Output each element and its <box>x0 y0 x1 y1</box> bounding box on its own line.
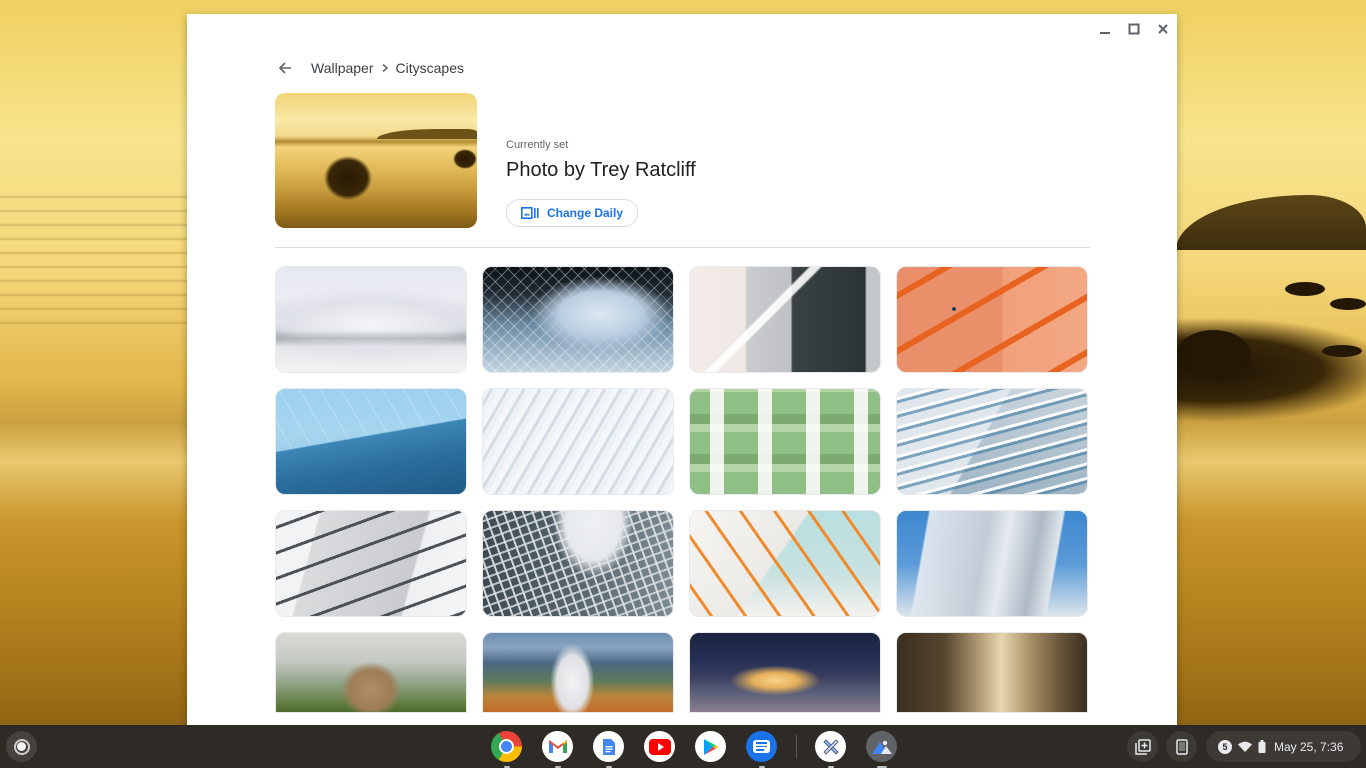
holding-space-button[interactable] <box>1127 731 1158 762</box>
breadcrumb: Wallpaper Cityscapes <box>275 57 464 79</box>
maximize-icon <box>1128 23 1139 35</box>
messages-icon <box>746 731 777 762</box>
shelf-app-play-store[interactable] <box>694 730 728 764</box>
wallpaper-tile[interactable] <box>482 266 674 373</box>
wallpaper-tile[interactable] <box>482 388 674 495</box>
gmail-icon <box>542 731 573 762</box>
launcher-button[interactable] <box>6 731 37 762</box>
wallpaper-tile[interactable] <box>482 632 674 713</box>
change-daily-label: Change Daily <box>547 206 624 220</box>
shelf-app-youtube[interactable] <box>643 730 677 764</box>
maximize-button[interactable] <box>1119 14 1148 44</box>
wallpaper-tile[interactable] <box>689 510 881 617</box>
wifi-icon <box>1238 741 1252 752</box>
shelf-app-gmail[interactable] <box>541 730 575 768</box>
wallpaper-rock <box>1285 282 1325 296</box>
explore-icon <box>815 731 846 762</box>
section-divider <box>275 247 1090 248</box>
arrow-back-icon <box>278 62 291 74</box>
wallpaper-app-window: Wallpaper Cityscapes Currently set Photo… <box>187 14 1177 725</box>
thumbnail-hill <box>377 129 477 139</box>
wallpaper-app-icon <box>866 731 897 762</box>
shelf-separator <box>796 735 797 759</box>
shelf: 5 May 25, 7:36 <box>0 725 1366 768</box>
shelf-apps <box>490 730 916 768</box>
shelf-app-chrome[interactable] <box>490 730 524 768</box>
shelf-app-messages[interactable] <box>745 730 779 768</box>
status-area[interactable]: 5 May 25, 7:36 <box>1206 731 1361 762</box>
current-wallpaper-section: Currently set Photo by Trey Ratcliff Cha… <box>275 93 1090 248</box>
phone-hub-icon <box>1175 738 1188 755</box>
shelf-app-wallpaper[interactable] <box>865 730 899 768</box>
wallpaper-tile[interactable] <box>896 388 1088 495</box>
change-daily-button[interactable]: Change Daily <box>506 199 639 227</box>
battery-icon <box>1258 740 1266 753</box>
play-store-icon <box>695 731 726 762</box>
wallpaper-tile[interactable] <box>689 632 881 713</box>
wallpaper-tile[interactable] <box>275 266 467 373</box>
wallpaper-tile[interactable] <box>689 266 881 373</box>
notification-counter: 5 <box>1218 739 1232 754</box>
close-button[interactable] <box>1148 14 1177 44</box>
current-wallpaper-thumbnail <box>275 93 477 228</box>
date-time: May 25, 7:36 <box>1274 739 1344 754</box>
shelf-app-explore[interactable] <box>814 730 848 768</box>
launcher-icon <box>13 738 30 755</box>
wallpaper-grid <box>275 266 1090 713</box>
wallpaper-rock <box>1322 345 1362 357</box>
chrome-icon <box>491 731 522 762</box>
minimize-button[interactable] <box>1090 14 1119 44</box>
change-daily-icon <box>521 207 539 219</box>
holding-space-icon <box>1134 738 1151 755</box>
chevron-right-icon <box>380 63 390 73</box>
window-controls <box>1090 14 1177 44</box>
shelf-app-docs[interactable] <box>592 730 626 768</box>
close-icon <box>1157 24 1168 34</box>
youtube-icon <box>644 731 675 762</box>
wallpaper-tile[interactable] <box>896 510 1088 617</box>
wallpaper-waves <box>0 185 190 335</box>
wallpaper-tile[interactable] <box>275 510 467 617</box>
current-wallpaper-title: Photo by Trey Ratcliff <box>506 159 696 181</box>
phone-hub-button[interactable] <box>1166 731 1197 762</box>
currently-set-label: Currently set <box>506 139 569 151</box>
wallpaper-tile[interactable] <box>896 266 1088 373</box>
wallpaper-rock <box>1330 298 1366 310</box>
breadcrumb-wallpaper[interactable]: Wallpaper <box>311 60 374 76</box>
wallpaper-tile[interactable] <box>689 388 881 495</box>
wallpaper-tile[interactable] <box>896 632 1088 713</box>
wallpaper-rock <box>1176 330 1251 380</box>
docs-icon <box>593 731 624 762</box>
breadcrumb-cityscapes: Cityscapes <box>395 60 464 76</box>
minimize-icon <box>1099 32 1110 34</box>
wallpaper-tile[interactable] <box>275 388 467 495</box>
back-button[interactable] <box>275 58 295 78</box>
wallpaper-tile[interactable] <box>482 510 674 617</box>
wallpaper-tile[interactable] <box>275 632 467 713</box>
wallpaper-hill <box>1176 195 1366 250</box>
